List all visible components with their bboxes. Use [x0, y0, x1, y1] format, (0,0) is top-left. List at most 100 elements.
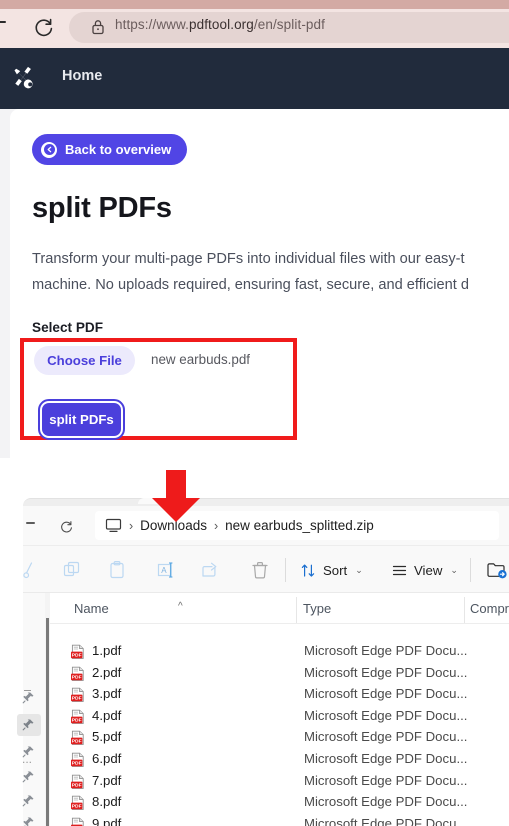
back-to-overview-button[interactable]: Back to overview — [32, 134, 188, 165]
page-title: split PDFs — [32, 192, 172, 224]
pdf-file-icon: PDF — [70, 666, 86, 682]
file-type-cell: Microsoft Edge PDF Docu... — [304, 815, 468, 826]
table-row[interactable]: PDF 2.pdf Microsoft Edge PDF Docu... — [50, 663, 509, 685]
file-name-cell: 9.pdf — [92, 815, 122, 826]
url-text[interactable]: https://www.pdftool.org/en/split-pdf — [115, 17, 325, 32]
table-row[interactable]: PDF 9.pdf Microsoft Edge PDF Docu... — [50, 814, 509, 826]
explorer-titlebar — [23, 498, 509, 506]
file-type-cell: Microsoft Edge PDF Docu... — [304, 794, 468, 810]
file-name-cell: 2.pdf — [92, 664, 122, 680]
pdf-file-icon: PDF — [70, 709, 86, 725]
pinned-item-icon[interactable] — [22, 794, 35, 807]
svg-text:A: A — [161, 566, 167, 575]
table-row[interactable]: PDF 1.pdf Microsoft Edge PDF Docu... — [50, 641, 509, 663]
view-button[interactable]: View ⌄ — [391, 559, 458, 581]
file-name-cell: 8.pdf — [92, 794, 122, 810]
sidebar-item-home[interactable]: Home — [62, 68, 102, 84]
file-type-cell: Microsoft Edge PDF Docu... — [304, 643, 468, 658]
cut-icon — [22, 560, 42, 580]
file-type-cell: Microsoft Edge PDF Docu... — [304, 772, 468, 788]
file-name-cell: 6.pdf — [92, 751, 122, 766]
toolbar-divider — [470, 558, 471, 582]
paste-icon — [107, 560, 127, 580]
red-down-arrow-icon — [150, 468, 202, 524]
page-description: Transform your multi-page PDFs into indi… — [32, 246, 509, 298]
file-type-cell: Microsoft Edge PDF Docu... — [304, 686, 468, 702]
sort-arrows-icon — [301, 564, 315, 577]
svg-text:PDF: PDF — [72, 804, 82, 810]
view-label: View — [414, 562, 443, 578]
pdf-file-icon: PDF — [70, 687, 86, 703]
pdf-file-icon: PDF — [70, 644, 86, 660]
breadcrumb-item-zip[interactable]: new earbuds_splitted.zip — [225, 518, 374, 533]
url-scheme: https://www. — [115, 17, 189, 32]
column-header-type[interactable]: Type — [303, 601, 331, 616]
split-pdfs-button[interactable]: split PDFs — [42, 403, 121, 436]
svg-text:PDF: PDF — [72, 674, 82, 680]
refresh-button[interactable] — [58, 519, 75, 536]
svg-text:PDF: PDF — [72, 696, 82, 702]
explorer-navigation-pane — [23, 593, 47, 826]
delete-icon — [250, 560, 270, 580]
screenshot-root: https://www.pdftool.org/en/split-pdf Hom… — [0, 0, 509, 826]
table-row[interactable]: PDF 8.pdf Microsoft Edge PDF Docu... — [50, 792, 509, 814]
extract-all-folder-icon[interactable] — [486, 560, 508, 580]
column-header-compressed[interactable]: Compres — [470, 601, 509, 616]
url-host: pdftool.org — [188, 17, 254, 32]
column-header-name[interactable]: Name — [74, 601, 109, 616]
back-to-overview-label: Back to overview — [65, 142, 172, 157]
pinned-item-icon[interactable] — [22, 770, 35, 783]
toolbar-divider — [285, 558, 286, 582]
page-description-line-1: Transform your multi-page PDFs into indi… — [32, 251, 465, 267]
pdf-file-icon: PDF — [70, 730, 86, 746]
page-description-line-2: machine. No uploads required, ensuring f… — [32, 277, 469, 293]
pinned-item-icon[interactable] — [22, 691, 35, 704]
choose-file-button[interactable]: Choose File — [34, 346, 135, 375]
selected-file-name: new earbuds.pdf — [151, 352, 251, 367]
lock-icon[interactable] — [90, 18, 106, 36]
pdf-file-icon: PDF — [70, 795, 86, 811]
sort-button[interactable]: Sort ⌄ — [300, 559, 363, 581]
pane-splitter-thumb[interactable] — [46, 618, 49, 826]
pinned-item-icon[interactable] — [22, 718, 35, 731]
forward-arrow-icon[interactable] — [0, 21, 6, 23]
table-row[interactable]: PDF 4.pdf Microsoft Edge PDF Docu... — [50, 706, 509, 728]
file-name-cell: 1.pdf — [92, 643, 122, 658]
file-type-cell: Microsoft Edge PDF Docu... — [304, 751, 468, 766]
svg-text:PDF: PDF — [72, 761, 82, 767]
svg-text:PDF: PDF — [72, 782, 82, 788]
arrow-left-circle-icon — [41, 141, 57, 158]
file-type-cell: Microsoft Edge PDF Docu... — [304, 729, 468, 745]
file-type-cell: Microsoft Edge PDF Docu... — [304, 664, 468, 680]
file-name-cell: 7.pdf — [92, 772, 122, 788]
file-name-cell: 5.pdf — [92, 729, 122, 745]
reload-button[interactable] — [30, 14, 58, 42]
rename-icon: A — [155, 560, 175, 580]
this-pc-monitor-icon[interactable] — [105, 518, 122, 533]
table-row[interactable]: PDF 6.pdf Microsoft Edge PDF Docu... — [50, 749, 509, 771]
table-row[interactable]: PDF 3.pdf Microsoft Edge PDF Docu... — [50, 684, 509, 706]
table-row[interactable]: PDF 7.pdf Microsoft Edge PDF Docu... — [50, 771, 509, 793]
refresh-icon — [61, 521, 72, 533]
view-lines-icon — [392, 565, 407, 575]
pdf-file-icon: PDF — [70, 752, 86, 768]
pdf-file-icon: PDF — [70, 774, 86, 790]
column-divider — [296, 597, 297, 623]
table-row[interactable]: PDF 5.pdf Microsoft Edge PDF Docu... — [50, 727, 509, 749]
svg-text:PDF: PDF — [72, 739, 82, 745]
section-gap — [0, 458, 509, 498]
reload-icon — [35, 18, 53, 37]
browser-tabstrip-edge — [0, 0, 509, 9]
share-icon — [200, 560, 220, 580]
split-pdfs-focus-ring: split PDFs — [38, 399, 125, 440]
sort-label: Sort — [323, 562, 348, 578]
file-name-cell: 3.pdf — [92, 686, 122, 702]
navpane-overflow-ellipsis: ... — [22, 752, 33, 766]
svg-text:PDF: PDF — [72, 717, 82, 723]
breadcrumb-separator: › — [213, 518, 219, 533]
select-pdf-label: Select PDF — [32, 320, 104, 335]
url-path: /en/split-pdf — [253, 17, 325, 32]
pinned-item-icon[interactable] — [22, 816, 35, 826]
tools-wrench-screwdriver-icon[interactable] — [8, 62, 41, 95]
back-chevron-icon[interactable] — [26, 522, 35, 524]
